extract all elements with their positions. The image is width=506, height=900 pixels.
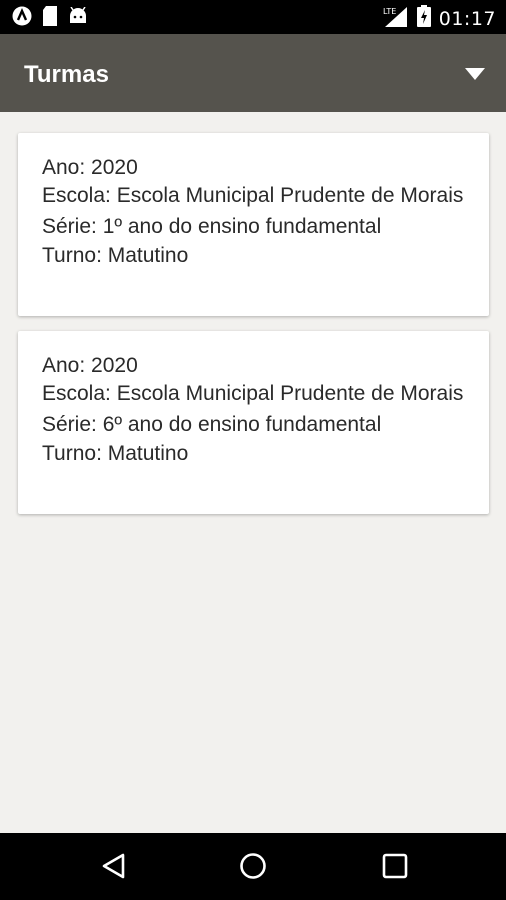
class-shift: Turno: Matutino bbox=[42, 244, 189, 267]
recents-icon[interactable] bbox=[380, 851, 410, 881]
android-icon bbox=[68, 6, 88, 30]
class-year: Ano: 2020 bbox=[42, 354, 138, 377]
sd-card-icon bbox=[42, 6, 58, 31]
dropdown-caret-icon[interactable] bbox=[464, 67, 486, 81]
app-bar: Turmas bbox=[0, 34, 506, 112]
status-bar: LTE 01:17 bbox=[0, 0, 506, 34]
network-type-label: LTE bbox=[383, 7, 396, 16]
clock: 01:17 bbox=[438, 7, 496, 30]
page-title: Turmas bbox=[24, 61, 109, 88]
class-school: Escola: Escola Municipal Prudente de Mor… bbox=[42, 382, 464, 405]
signal-icon: LTE bbox=[383, 5, 409, 32]
home-icon[interactable] bbox=[238, 851, 268, 881]
battery-charging-icon bbox=[416, 5, 431, 32]
class-grade: Série: 1º ano do ensino fundamental bbox=[42, 215, 382, 238]
class-card[interactable]: Ano: 2020 Escola: Escola Municipal Prude… bbox=[18, 133, 489, 316]
back-icon[interactable] bbox=[99, 851, 129, 881]
class-shift: Turno: Matutino bbox=[42, 442, 189, 465]
app-icon bbox=[12, 6, 32, 31]
class-school: Escola: Escola Municipal Prudente de Mor… bbox=[42, 184, 464, 207]
class-card[interactable]: Ano: 2020 Escola: Escola Municipal Prude… bbox=[18, 331, 489, 514]
class-year: Ano: 2020 bbox=[42, 156, 138, 179]
class-grade: Série: 6º ano do ensino fundamental bbox=[42, 413, 382, 436]
navigation-bar bbox=[0, 833, 506, 900]
class-list: Ano: 2020 Escola: Escola Municipal Prude… bbox=[18, 133, 489, 529]
